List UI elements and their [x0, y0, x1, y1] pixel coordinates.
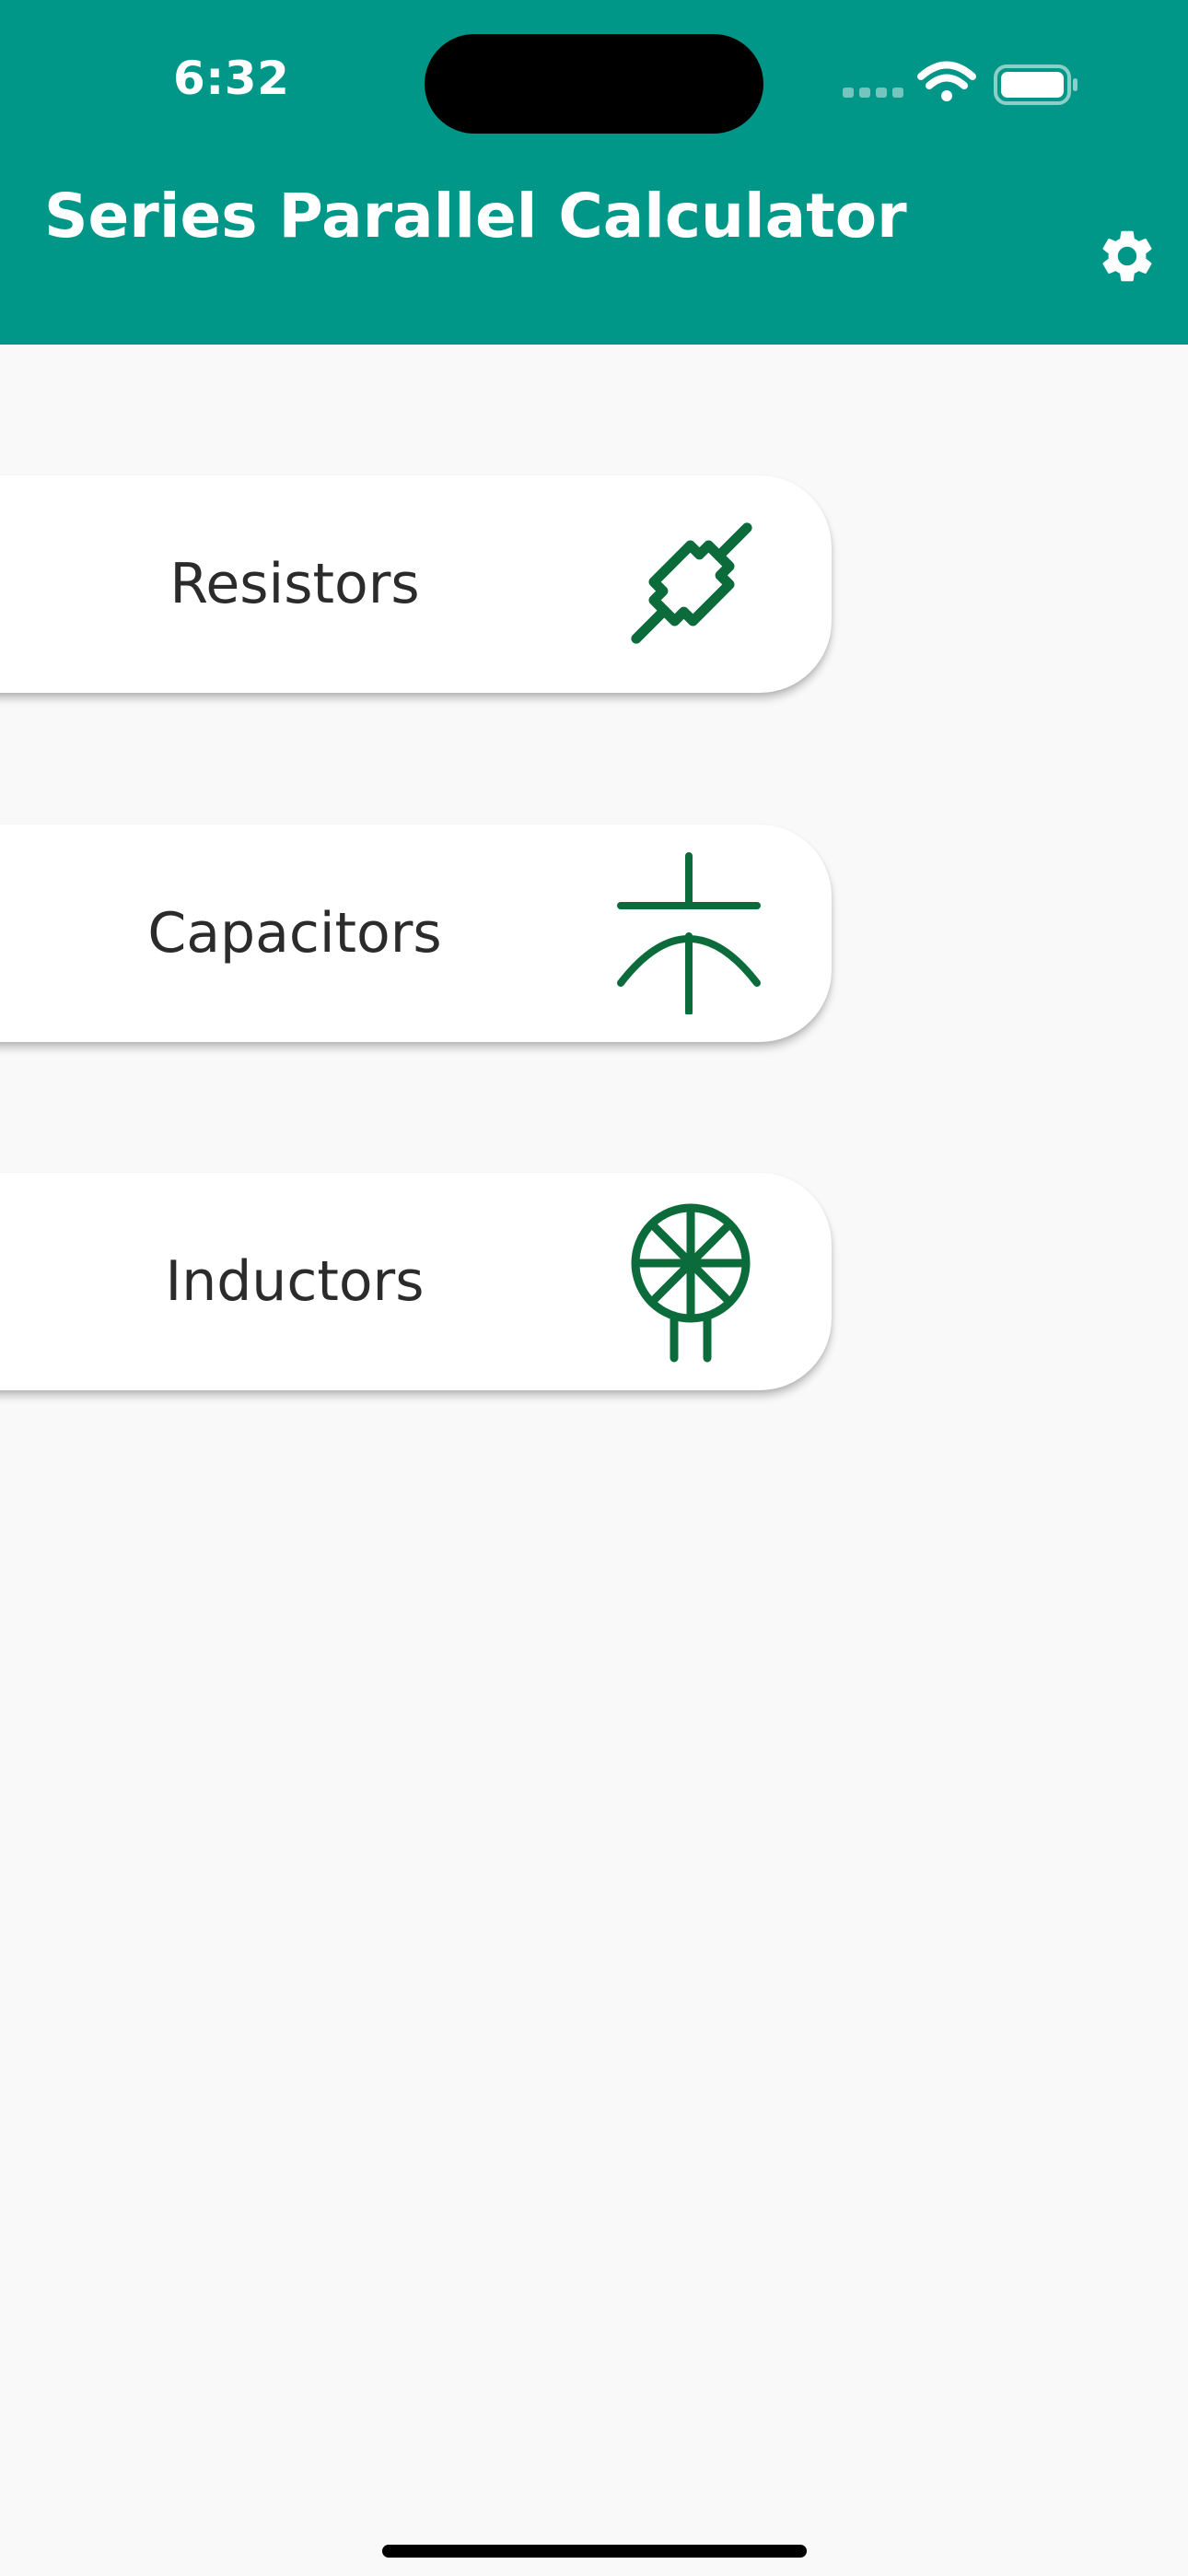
inductors-card[interactable]: Inductors	[0, 1173, 832, 1390]
status-time: 6:32	[173, 52, 290, 105]
app-bar: 6:32 Series Parallel Calculator	[0, 0, 1188, 345]
dynamic-island	[425, 34, 763, 134]
card-label-resistors: Resistors	[169, 552, 420, 616]
wifi-icon	[917, 61, 976, 101]
cellular-dots-icon	[843, 88, 903, 98]
status-icons	[843, 61, 1077, 105]
capacitors-card[interactable]: Capacitors	[0, 825, 832, 1042]
gear-icon[interactable]	[1096, 225, 1159, 287]
inductor-icon	[631, 1203, 751, 1363]
resistor-icon	[631, 522, 752, 644]
home-indicator[interactable]	[382, 2545, 807, 2558]
battery-icon	[994, 64, 1077, 105]
resistors-card[interactable]: Resistors	[0, 475, 832, 693]
card-label-inductors: Inductors	[165, 1249, 425, 1314]
capacitor-icon	[617, 852, 761, 1014]
card-label-capacitors: Capacitors	[147, 901, 442, 966]
app-title: Series Parallel Calculator	[44, 181, 907, 252]
